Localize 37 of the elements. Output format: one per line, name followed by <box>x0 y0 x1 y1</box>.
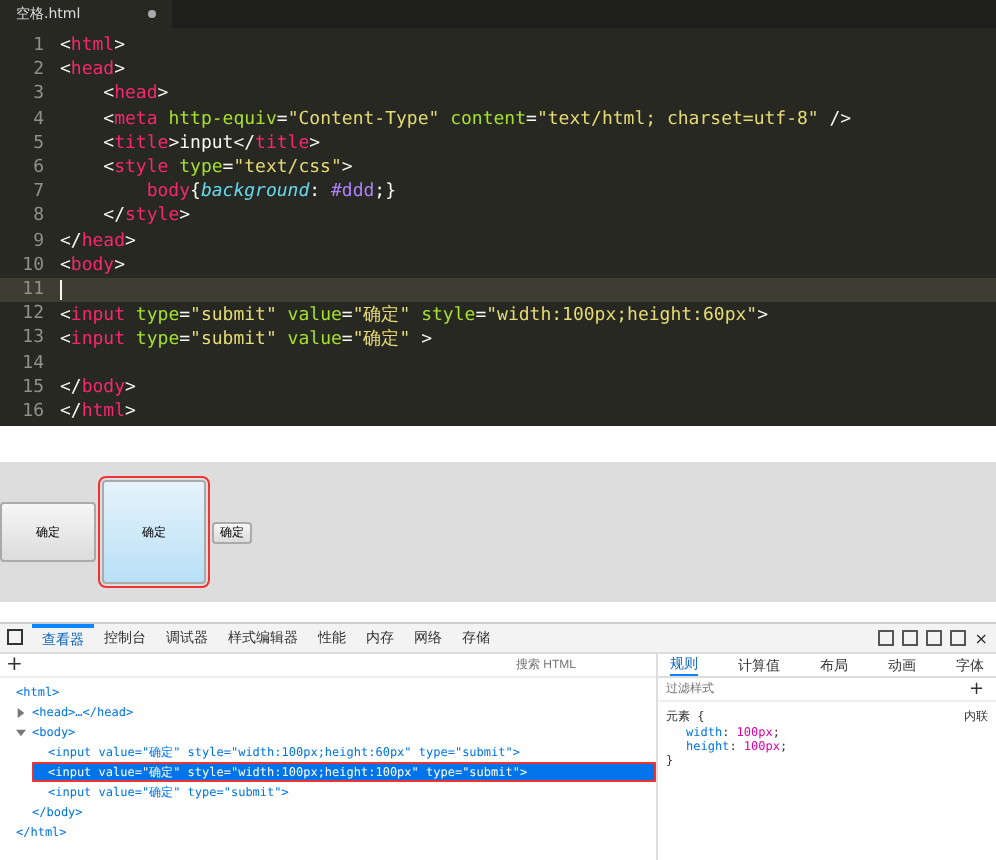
line-number: 2 <box>31 60 46 81</box>
code-line: <style type="text/css"> <box>101 158 353 179</box>
text-cursor <box>60 279 62 300</box>
code-line: body{background: #ddd;} <box>144 182 397 203</box>
code-line: <meta http-equiv="Content-Type" content="text/html; charset=utf-8" /> <box>101 109 852 130</box>
line-number: 8 <box>31 206 46 227</box>
line-number: 10 <box>20 255 46 276</box>
line-number: 4 <box>31 109 46 130</box>
line-number: 1 <box>31 36 46 57</box>
line-number: 11 <box>20 279 46 300</box>
code-line: </head> <box>60 231 136 252</box>
line-number: 16 <box>20 401 46 422</box>
code-line: </style> <box>101 206 191 227</box>
caret-down-icon[interactable] <box>16 727 26 737</box>
line-number: 15 <box>20 377 46 398</box>
code-line: <title>input</title> <box>101 133 321 154</box>
add-rule-button[interactable]: + <box>968 679 996 699</box>
code-line: <head> <box>101 84 169 105</box>
close-button[interactable]: × <box>974 629 988 647</box>
code-line: <html> <box>60 36 126 57</box>
add-node-button[interactable]: + <box>0 655 29 675</box>
code-line: </body> <box>60 377 136 398</box>
line-number: 13 <box>20 328 46 349</box>
line-number: 5 <box>31 133 46 154</box>
modified-dot-icon[interactable] <box>148 10 156 18</box>
caret-right-icon[interactable] <box>16 707 26 717</box>
line-number: 7 <box>31 182 46 203</box>
line-number: 6 <box>31 158 46 179</box>
line-number: 3 <box>31 84 46 105</box>
code-line: <input type="submit" value="确定" > <box>60 327 433 352</box>
code-line: </html> <box>60 401 136 422</box>
code-line: <head> <box>60 60 126 81</box>
code-line: <input type="submit" value="确定" style="width:100px;height:60px"> <box>60 303 768 328</box>
line-number: 14 <box>20 353 46 374</box>
line-number: 12 <box>20 304 46 325</box>
line-number: 9 <box>31 231 46 252</box>
code-line: <body> <box>60 255 126 276</box>
